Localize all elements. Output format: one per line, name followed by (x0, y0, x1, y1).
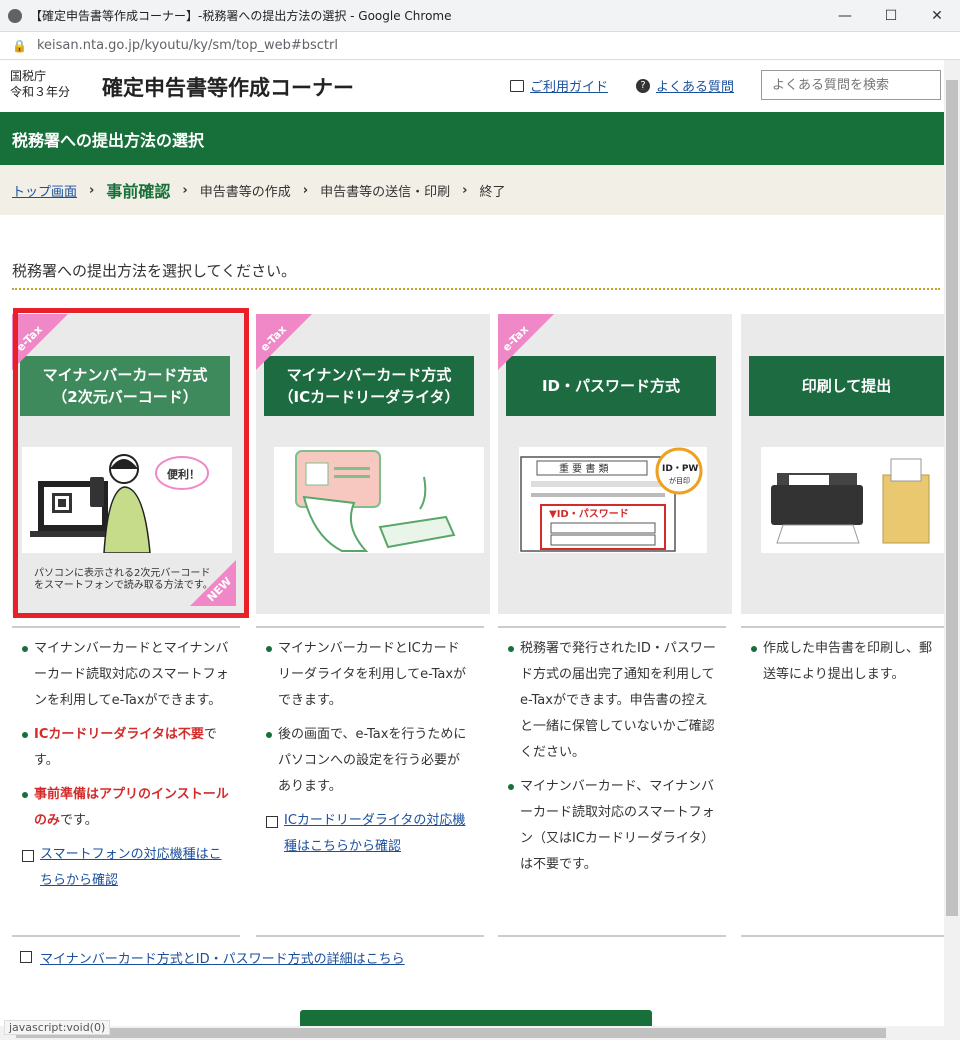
faq-label: よくある質問 (656, 80, 735, 95)
description-bullet: マイナンバーカードとICカードリーダライタを利用してe-Taxができます。 (266, 636, 470, 714)
column-divider (12, 935, 240, 937)
document-title-text: 重 要 書 類 (559, 462, 609, 475)
column-divider (741, 935, 944, 937)
instruction-text: 税務署への提出方法を選択してください。 (12, 262, 297, 280)
agency-name: 国税庁 (10, 69, 47, 83)
column-divider (498, 935, 726, 937)
tax-year: 令和３年分 (10, 85, 71, 99)
ic-reader-models-link[interactable]: ICカードリーダライタの対応機種はこちらから確認 (266, 808, 470, 860)
card-id-password[interactable]: ID・パスワード方式 e-Tax 重 要 書 類 ▼ID・パスワード ID・PW… (498, 314, 732, 614)
description-bullet: 作成した申告書を印刷し、郵送等により提出します。 (751, 636, 944, 688)
scrollbar-thumb[interactable] (16, 1028, 886, 1038)
scrollbar-thumb[interactable] (946, 80, 958, 916)
page-content: 国税庁 令和３年分 確定申告書等作成コーナー ご利用ガイド ? よくある質問 税務… (0, 60, 944, 1026)
close-button[interactable]: ✕ (914, 0, 960, 32)
description-bullet: 後の画面で、e-Taxを行うためにパソコンへの設定を行う必要があります。 (266, 722, 470, 800)
highlight-text: ICカードリーダライタは不要 (34, 727, 204, 742)
id-password-document-illustration: 重 要 書 類 ▼ID・パスワード ID・PW が目印 (519, 447, 707, 553)
breadcrumb-top-link[interactable]: トップ画面 (12, 181, 77, 200)
description-bullet: 税務署で発行されたID・パスワード方式の届出完了通知を利用してe-Taxができま… (508, 636, 716, 766)
column-divider (498, 626, 726, 628)
breadcrumb-separator: › (89, 182, 95, 198)
question-icon: ? (636, 78, 650, 93)
breadcrumb-current: 事前確認 (106, 182, 171, 201)
column-divider (256, 626, 484, 628)
maximize-button[interactable]: ☐ (868, 0, 914, 32)
horizontal-scrollbar[interactable] (0, 1026, 960, 1040)
page-heading: 税務署への提出方法の選択 (12, 130, 205, 150)
selected-card-highlight (13, 308, 249, 618)
site-title: 確定申告書等作成コーナー (102, 76, 354, 100)
url-text[interactable]: keisan.nta.go.jp/kyoutu/ky/sm/top_web#bs… (37, 38, 338, 53)
card-title-line1: 印刷して提出 (801, 377, 892, 395)
card-print[interactable]: 印刷して提出 (741, 314, 944, 614)
faq-link[interactable]: ? よくある質問 (636, 76, 734, 95)
column-divider (256, 935, 484, 937)
document-icon: 重 要 書 類 ▼ID・パスワード ID・PW が目印 (520, 447, 703, 552)
book-icon (510, 79, 524, 92)
card-title-line1: ID・パスワード方式 (541, 377, 681, 395)
card-print-title[interactable]: 印刷して提出 (749, 356, 944, 416)
status-bar: javascript:void(0) (4, 1020, 111, 1035)
card2-description: マイナンバーカードとICカードリーダライタを利用してe-Taxができます。 後の… (266, 636, 470, 860)
printer-illustration (761, 447, 944, 553)
printer-icon (771, 458, 930, 544)
description-bullet: マイナンバーカード、マイナンバーカード読取対応のスマートフォン（又はICカードリ… (508, 774, 716, 878)
lock-icon: 🔒 (12, 38, 27, 53)
card-title-line2: （ICカードリーダライタ） (278, 388, 460, 406)
favicon-icon (8, 8, 22, 23)
next-button[interactable] (300, 1010, 652, 1026)
address-bar[interactable]: 🔒 keisan.nta.go.jp/kyoutu/ky/sm/top_web#… (0, 32, 960, 60)
breadcrumb-step-end: 終了 (479, 184, 506, 200)
description-bullet: 事前準備はアプリのインストールのみです。 (22, 782, 234, 834)
page-heading-bar: 税務署への提出方法の選択 (0, 112, 944, 165)
description-bullet: マイナンバーカードとマイナンバーカード読取対応のスマートフォンを利用してe-Ta… (22, 636, 234, 714)
card3-description: 税務署で発行されたID・パスワード方式の届出完了通知を利用してe-Taxができま… (508, 636, 716, 886)
window-title: 【確定申告書等作成コーナー】-税務署への提出方法の選択 - Google Chr… (30, 9, 452, 23)
faq-search-input[interactable] (761, 70, 941, 100)
smartphone-models-link[interactable]: スマートフォンの対応機種はこちらから確認 (22, 842, 234, 894)
vertical-scrollbar[interactable] (944, 60, 960, 1026)
divider (12, 288, 940, 290)
card-reader-icon (295, 450, 456, 552)
idpw-badge-text: ID・PW (662, 464, 698, 474)
guide-link[interactable]: ご利用ガイド (510, 76, 608, 95)
minimize-button[interactable]: — (822, 0, 868, 32)
agency-label: 国税庁 令和３年分 (10, 68, 70, 100)
column-divider (741, 626, 944, 628)
breadcrumb: トップ画面 › 事前確認 › 申告書等の作成 › 申告書等の送信・印刷 › 終了 (0, 165, 944, 215)
description-bullet: ICカードリーダライタは不要です。 (22, 722, 234, 774)
ic-reader-illustration (274, 447, 484, 553)
guide-label: ご利用ガイド (530, 80, 609, 95)
breadcrumb-separator: › (302, 182, 309, 198)
card4-description: 作成した申告書を印刷し、郵送等により提出します。 (751, 636, 944, 696)
card-mynumber-ic[interactable]: マイナンバーカード方式 （ICカードリーダライタ） e-Tax (256, 314, 490, 614)
card1-description: マイナンバーカードとマイナンバーカード読取対応のスマートフォンを利用してe-Ta… (22, 636, 234, 894)
breadcrumb-separator: › (182, 182, 188, 198)
method-details-link[interactable]: マイナンバーカード方式とID・パスワード方式の詳細はこちら (20, 948, 405, 967)
breadcrumb-step-create: 申告書等の作成 (199, 184, 291, 200)
id-password-label-text: ▼ID・パスワード (549, 508, 629, 520)
breadcrumb-step-send: 申告書等の送信・印刷 (320, 184, 451, 200)
bullet-text: です。 (60, 813, 98, 828)
breadcrumb-separator: › (462, 182, 468, 198)
idpw-badge-sub: が目印 (669, 476, 690, 485)
browser-title-bar: 【確定申告書等作成コーナー】-税務署への提出方法の選択 - Google Chr… (0, 0, 960, 32)
column-divider (12, 626, 240, 628)
site-header: 国税庁 令和３年分 確定申告書等作成コーナー ご利用ガイド ? よくある質問 (0, 60, 944, 112)
